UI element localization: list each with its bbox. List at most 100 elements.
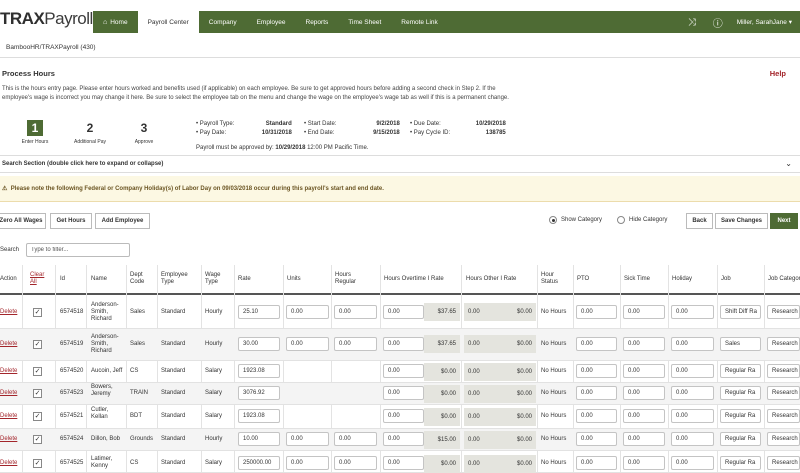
step-additional-pay[interactable]: 2 Additional Pay	[70, 120, 110, 145]
overtime-hours-input[interactable]: 0.00	[383, 337, 424, 351]
row-checkbox[interactable]: ✓	[33, 435, 42, 444]
delete-link[interactable]: Delete	[0, 390, 17, 397]
search-input[interactable]	[26, 243, 130, 257]
shuffle-icon[interactable]: ⤨	[679, 17, 705, 28]
sick-time-input[interactable]: 0.00	[623, 386, 665, 400]
next-button[interactable]: Next	[770, 213, 798, 229]
rate-input[interactable]: 1923.08	[238, 409, 280, 423]
holiday-input[interactable]: 0.00	[671, 386, 714, 400]
holiday-input[interactable]: 0.00	[671, 432, 714, 446]
nav-reports[interactable]: Reports	[296, 11, 339, 33]
help-link[interactable]: Help	[770, 69, 786, 78]
delete-link[interactable]: Delete	[0, 309, 17, 316]
row-checkbox[interactable]: ✓	[33, 412, 42, 421]
sick-time-input[interactable]: 0.00	[623, 364, 665, 378]
rate-input[interactable]: 10.00	[238, 432, 280, 446]
job-select[interactable]: Sales	[720, 337, 761, 351]
rate-input[interactable]: 3076.92	[238, 386, 280, 400]
nav-remote-link[interactable]: Remote Link	[391, 11, 448, 33]
holiday-input[interactable]: 0.00	[671, 456, 714, 470]
save-changes-button[interactable]: Save Changes	[715, 213, 768, 229]
end-date-label: End Date:	[307, 129, 335, 136]
employee-id: 6574521	[60, 413, 84, 419]
step-approve[interactable]: 3 Approve	[124, 120, 164, 145]
row-checkbox[interactable]: ✓	[33, 308, 42, 317]
zero-all-wages-button[interactable]: Zero All Wages	[0, 213, 46, 229]
job-category-select[interactable]: Research	[767, 386, 800, 400]
hours-regular-input[interactable]: 0.00	[334, 456, 377, 470]
nav-home[interactable]: ⌂ Home	[93, 11, 138, 33]
job-select[interactable]: Shift Diff Ra	[720, 305, 761, 319]
job-select[interactable]: Regular Ra	[720, 456, 761, 470]
row-checkbox[interactable]: ✓	[33, 340, 42, 349]
pto-input[interactable]: 0.00	[576, 432, 617, 446]
hide-category-radio[interactable]: Hide Category	[617, 216, 667, 224]
job-category-select[interactable]: Research	[767, 305, 800, 319]
pto-input[interactable]: 0.00	[576, 364, 617, 378]
chevron-down-icon[interactable]: ⌄	[785, 159, 792, 168]
holiday-input[interactable]: 0.00	[671, 305, 714, 319]
sick-time-input[interactable]: 0.00	[623, 337, 665, 351]
clear-all-link[interactable]: Clear All	[30, 265, 46, 293]
job-category-select[interactable]: Research	[767, 337, 800, 351]
job-select[interactable]: Regular Ra	[720, 386, 761, 400]
nav-payroll-center[interactable]: Payroll Center	[137, 11, 199, 33]
rate-input[interactable]: 250000.00	[238, 456, 280, 470]
row-checkbox[interactable]: ✓	[33, 389, 42, 398]
units-input[interactable]: 0.00	[286, 337, 329, 351]
nav-company[interactable]: Company	[199, 11, 247, 33]
job-select[interactable]: Regular Ra	[720, 364, 761, 378]
delete-link[interactable]: Delete	[0, 460, 17, 467]
rate-input[interactable]: 30.00	[238, 337, 280, 351]
question-circle-icon[interactable]: ⓘ	[705, 15, 731, 30]
overtime-hours-input[interactable]: 0.00	[383, 432, 424, 446]
get-hours-button[interactable]: Get Hours	[50, 213, 92, 229]
rate-input[interactable]: 25.10	[238, 305, 280, 319]
job-select[interactable]: Regular Ra	[720, 432, 761, 446]
job-category-select[interactable]: Research	[767, 432, 800, 446]
pto-input[interactable]: 0.00	[576, 409, 617, 423]
delete-link[interactable]: Delete	[0, 436, 17, 443]
hours-regular-input[interactable]: 0.00	[334, 337, 377, 351]
pto-input[interactable]: 0.00	[576, 337, 617, 351]
units-input[interactable]: 0.00	[286, 432, 329, 446]
hours-regular-input[interactable]: 0.00	[334, 305, 377, 319]
holiday-input[interactable]: 0.00	[671, 364, 714, 378]
overtime-hours-input[interactable]: 0.00	[383, 456, 424, 470]
user-menu[interactable]: Miller, SarahJane ▾	[737, 18, 792, 26]
search-section-toggle[interactable]: Search Section (double click here to exp…	[0, 155, 800, 173]
row-checkbox[interactable]: ✓	[33, 367, 42, 376]
overtime-hours-input[interactable]: 0.00	[383, 364, 424, 378]
sick-time-input[interactable]: 0.00	[623, 432, 665, 446]
nav-time-sheet[interactable]: Time Sheet	[338, 11, 391, 33]
traxpayroll-logo[interactable]: TRAXPayroll	[0, 9, 93, 29]
units-input[interactable]: 0.00	[286, 305, 329, 319]
rate-input[interactable]: 1923.08	[238, 364, 280, 378]
pto-input[interactable]: 0.00	[576, 386, 617, 400]
overtime-hours-input[interactable]: 0.00	[383, 305, 424, 319]
sick-time-input[interactable]: 0.00	[623, 409, 665, 423]
job-category-select[interactable]: Research	[767, 409, 800, 423]
sick-time-input[interactable]: 0.00	[623, 305, 665, 319]
pto-input[interactable]: 0.00	[576, 456, 617, 470]
sick-time-input[interactable]: 0.00	[623, 456, 665, 470]
step-enter-hours[interactable]: 1 Enter Hours	[15, 120, 55, 145]
show-category-radio[interactable]: Show Category	[549, 216, 602, 224]
add-employee-button[interactable]: Add Employee	[95, 213, 150, 229]
job-category-select[interactable]: Research	[767, 364, 800, 378]
overtime-hours-input[interactable]: 0.00	[383, 386, 424, 400]
nav-employee[interactable]: Employee	[247, 11, 296, 33]
delete-link[interactable]: Delete	[0, 413, 17, 420]
delete-link[interactable]: Delete	[0, 341, 17, 348]
holiday-input[interactable]: 0.00	[671, 409, 714, 423]
job-select[interactable]: Regular Ra	[720, 409, 761, 423]
holiday-input[interactable]: 0.00	[671, 337, 714, 351]
hours-regular-input[interactable]: 0.00	[334, 432, 377, 446]
delete-link[interactable]: Delete	[0, 368, 17, 375]
overtime-hours-input[interactable]: 0.00	[383, 409, 424, 423]
pto-input[interactable]: 0.00	[576, 305, 617, 319]
back-button[interactable]: Back	[686, 213, 713, 229]
job-category-select[interactable]: Research	[767, 456, 800, 470]
units-input[interactable]: 0.00	[286, 456, 329, 470]
row-checkbox[interactable]: ✓	[33, 459, 42, 468]
